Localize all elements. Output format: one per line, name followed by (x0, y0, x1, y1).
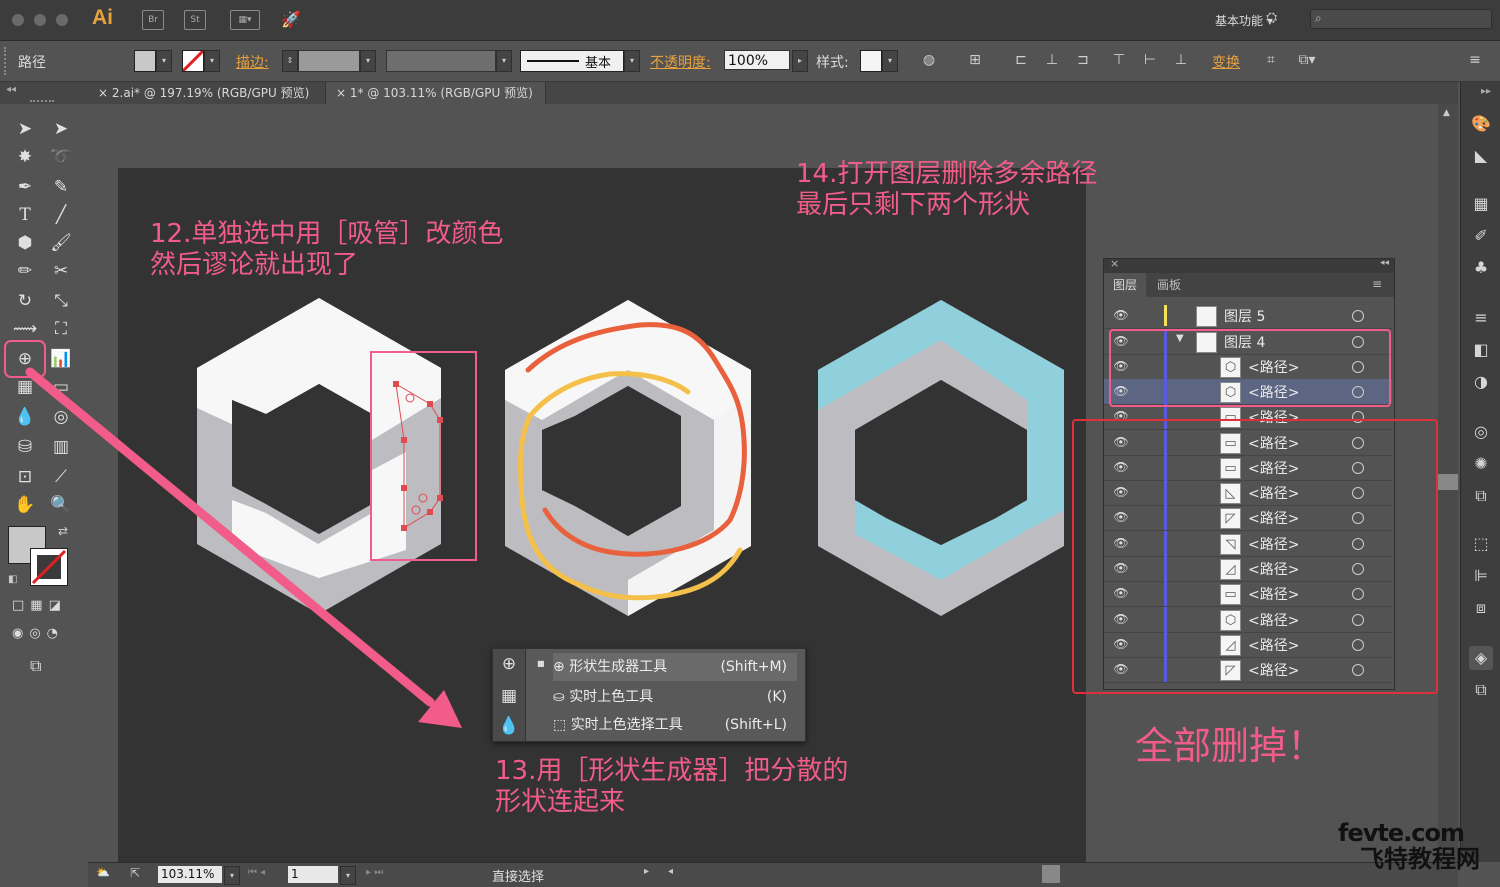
graphic-styles-icon[interactable]: ✺ (1469, 452, 1493, 476)
layers-panel-icon[interactable]: ◈ (1469, 646, 1493, 670)
highlight-delete-layers (1072, 419, 1438, 694)
cc-libraries-icon[interactable]: ⛅ (96, 866, 110, 879)
brushes-icon[interactable]: ✐ (1469, 224, 1493, 248)
color-panel-icon[interactable]: 🎨 (1469, 112, 1493, 136)
pathfinder-icon[interactable]: ⧈ (1469, 596, 1493, 620)
watermark-site-name: 飞特教程网 (1360, 845, 1480, 873)
zoom-field[interactable]: 103.11% (158, 866, 222, 883)
scroll-left-icon[interactable]: ◂ (668, 866, 673, 877)
swatches-icon[interactable]: ▦ (1469, 192, 1493, 216)
watermark-url: fevte.com (1338, 819, 1465, 847)
transform-panel-icon[interactable]: ⬚ (1469, 532, 1493, 556)
transparency-icon[interactable]: ◑ (1469, 370, 1493, 394)
status-menu-icon[interactable]: ▸ (644, 866, 649, 877)
collapse-dock-icon[interactable]: ▸▸ (1481, 86, 1491, 97)
layers-highlights (1072, 329, 1438, 694)
stroke-panel-icon[interactable]: ≡ (1469, 306, 1493, 330)
asset-export-icon[interactable]: ⧉ (1469, 484, 1493, 508)
status-bar: ⛅ ⇱ 103.11% ▾ ⏮ ◂ 1 ▾ ▸ ⏭ 直接选择 ▸ ◂ (88, 862, 1458, 887)
right-panel-dock: ▸▸ 🎨 ◣ ▦ ✐ ♣ ≡ ◧ ◑ ◎ ✺ ⧉ ⬚ ⊫ ⧈ ◈ ⧉ (1460, 82, 1500, 862)
watermark: fevte.com 飞特教程网 (1338, 820, 1480, 872)
artboard-dropdown[interactable]: ▾ (340, 866, 356, 885)
symbols-icon[interactable]: ♣ (1469, 256, 1493, 280)
gradient-panel-icon[interactable]: ◧ (1469, 338, 1493, 362)
color-guide-icon[interactable]: ◣ (1469, 144, 1493, 168)
zoom-dropdown[interactable]: ▾ (224, 866, 240, 885)
horizontal-scroll-thumb[interactable] (1042, 865, 1060, 883)
share-icon[interactable]: ⇱ (130, 866, 140, 880)
artboards-panel-icon[interactable]: ⧉ (1469, 678, 1493, 702)
scroll-thumb[interactable] (1438, 474, 1458, 490)
align-panel-icon[interactable]: ⊫ (1469, 564, 1493, 588)
scroll-up-icon[interactable]: ▲ (1443, 108, 1450, 118)
highlight-keep-layers (1109, 329, 1391, 407)
artboard-number-field[interactable]: 1 (288, 866, 338, 883)
vertical-scrollbar[interactable]: ▲ (1438, 104, 1458, 862)
appearance-icon[interactable]: ◎ (1469, 420, 1493, 444)
next-page-icon[interactable]: ▸ ⏭ (366, 867, 383, 878)
current-tool-status: 直接选择 (492, 870, 545, 885)
first-page-icon[interactable]: ⏮ ◂ (248, 867, 265, 878)
